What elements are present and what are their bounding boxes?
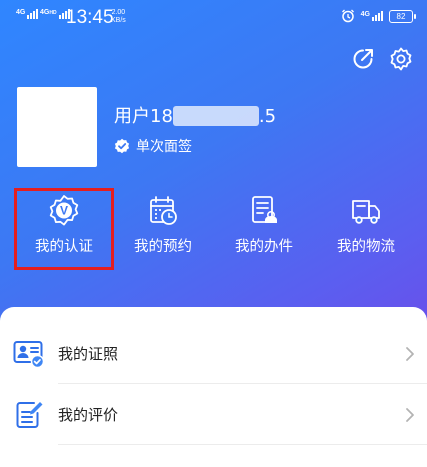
- review-edit-icon: [16, 402, 43, 428]
- appointment-calendar-icon: [150, 196, 177, 225]
- battery-icon: 82: [389, 9, 416, 23]
- chevron-right-icon: [406, 347, 414, 361]
- verification-badge: 单次面签: [114, 136, 192, 156]
- quick-action-label: 我的办件: [235, 239, 293, 255]
- verified-check-icon: [114, 138, 130, 154]
- svg-text:V: V: [60, 204, 68, 218]
- menu-item-label: 我的评价: [58, 406, 119, 424]
- documents-icon: [252, 196, 277, 223]
- license-card-icon: [13, 341, 45, 369]
- certification-badge-icon: V: [49, 195, 79, 226]
- menu-item-label: 我的证照: [58, 345, 119, 363]
- alarm-icon: [341, 9, 354, 23]
- profile-header-background: 4G 4GHD 13:45 2.00 KB/s 4G 82 用户18 .5 单次…: [0, 0, 427, 340]
- quick-action-label: 我的物流: [337, 239, 395, 255]
- quick-action-label: 我的预约: [134, 239, 192, 255]
- status-bar: 4G 4GHD 13:45 2.00 KB/s 4G 82: [0, 0, 427, 36]
- chevron-right-icon: [406, 408, 414, 422]
- share-icon[interactable]: [350, 46, 376, 72]
- avatar[interactable]: [17, 87, 97, 167]
- username-redaction: [172, 106, 259, 126]
- network-speed: 2.00 KB/s: [111, 9, 126, 24]
- clock: 13:45: [66, 7, 114, 28]
- menu-item-reviews[interactable]: 我的评价: [0, 386, 427, 444]
- menu-card: 我的证照 我的评价: [0, 307, 427, 467]
- menu-divider: [58, 383, 427, 384]
- quick-action-certification[interactable]: V 我的认证: [14, 188, 114, 270]
- quick-action-logistics[interactable]: 我的物流: [316, 188, 416, 270]
- quick-action-label: 我的认证: [35, 239, 93, 255]
- menu-item-licenses[interactable]: 我的证照: [0, 325, 427, 383]
- sim1-signal-icon: 4G: [16, 9, 39, 19]
- quick-action-documents[interactable]: 我的办件: [214, 188, 314, 270]
- delivery-truck-icon: [352, 200, 380, 224]
- username: 用户18.5: [114, 106, 277, 127]
- menu-divider: [58, 444, 427, 445]
- settings-icon[interactable]: [388, 46, 414, 72]
- quick-action-appointment[interactable]: 我的预约: [113, 188, 213, 270]
- signal-icon: 4G: [361, 11, 383, 21]
- badge-label: 单次面签: [136, 139, 192, 155]
